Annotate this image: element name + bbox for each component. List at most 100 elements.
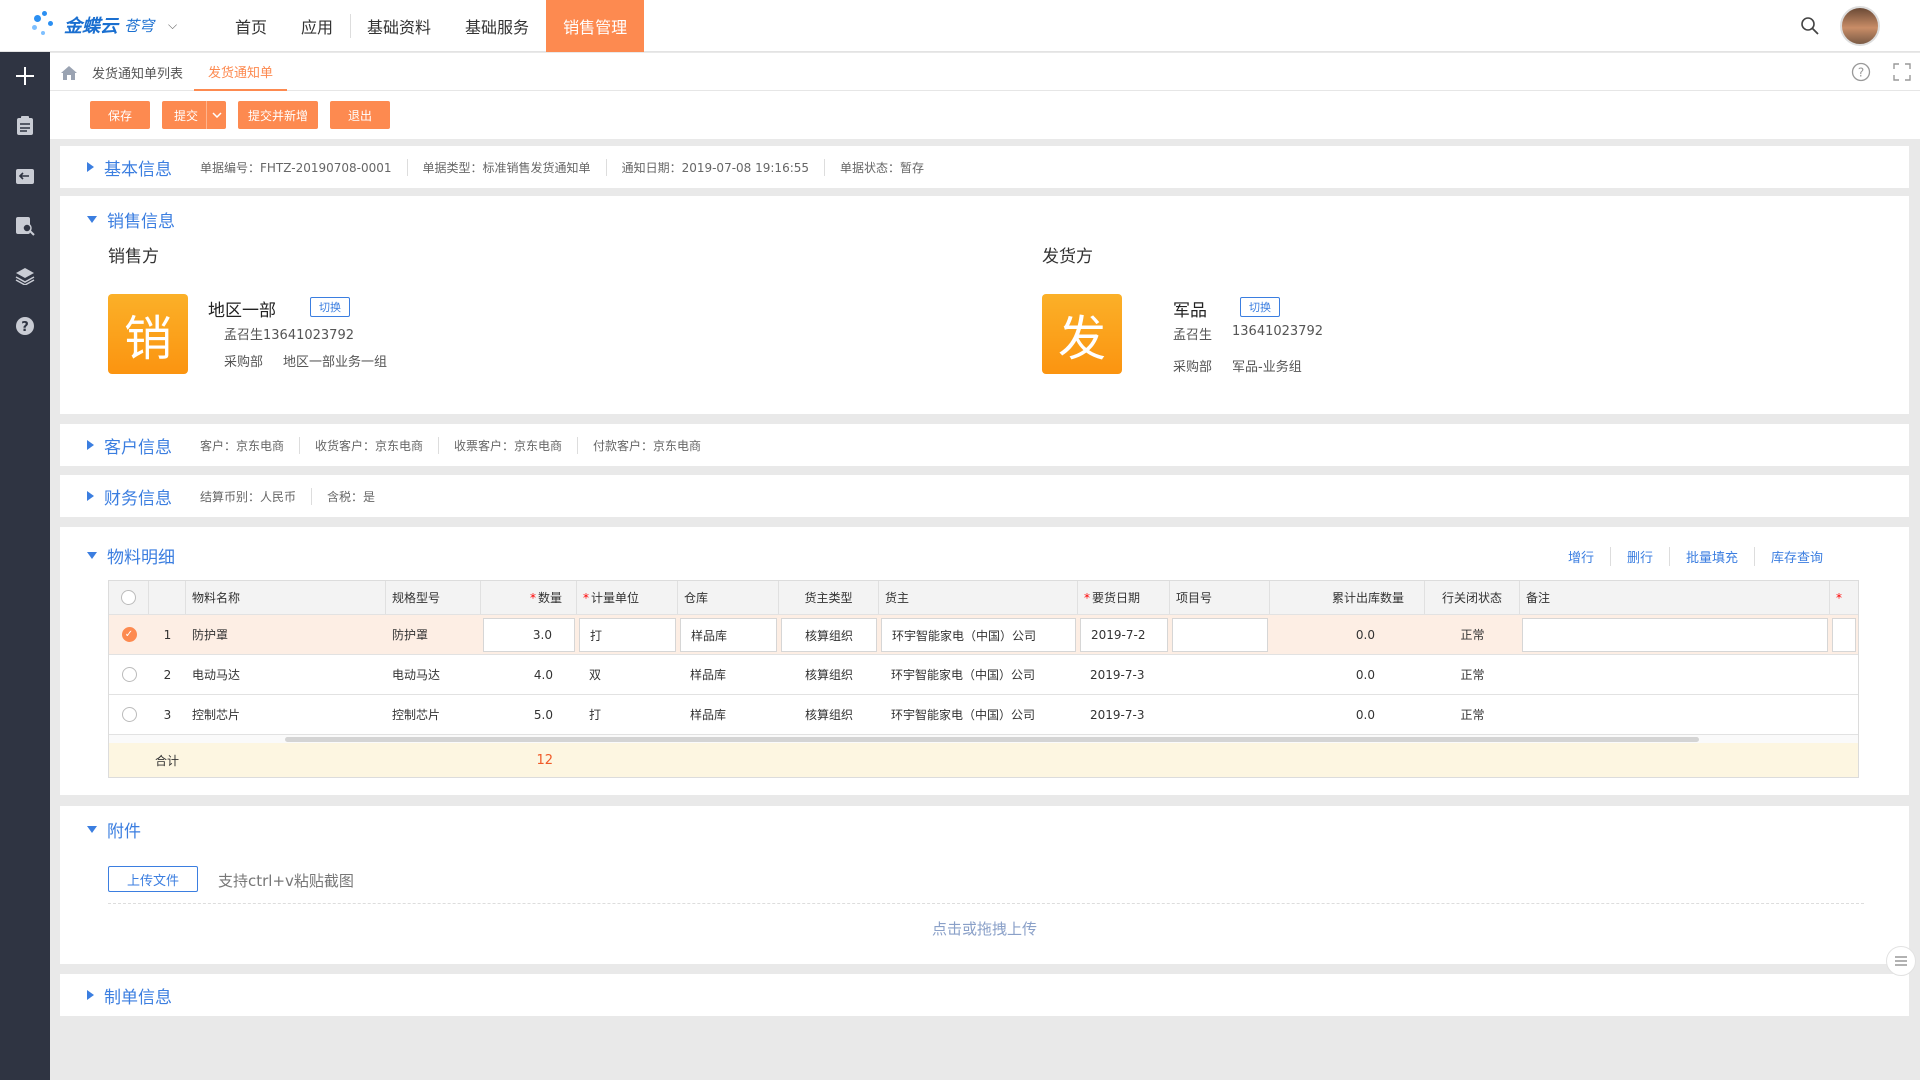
material-header[interactable]: 物料明细 — [60, 527, 175, 583]
col-owner[interactable]: 货主 — [879, 581, 1078, 614]
col-unit[interactable]: * 计量单位 — [577, 581, 678, 614]
expand-arrow-icon[interactable] — [87, 440, 94, 450]
project-input[interactable] — [1172, 618, 1268, 652]
stock-query-button[interactable]: 库存查询 — [1753, 547, 1839, 566]
row-checkbox[interactable] — [109, 655, 149, 694]
finance-info-header[interactable]: 财务信息 结算币别：人民币 含税：是 — [60, 475, 390, 517]
upload-file-button[interactable]: 上传文件 — [108, 866, 198, 892]
expand-arrow-icon[interactable] — [87, 491, 94, 501]
tab-delivery-notice[interactable]: 发货通知单 — [194, 53, 288, 91]
nav-apps[interactable]: 应用 — [284, 0, 350, 52]
basic-info-header[interactable]: 基本信息 单据编号：FHTZ-20190708-0001 单据类型：标准销售发货… — [60, 146, 939, 188]
nav-basic-service[interactable]: 基础服务 — [448, 0, 546, 52]
fullscreen-icon[interactable] — [1893, 63, 1911, 81]
remark-input[interactable] — [1522, 618, 1828, 652]
col-out-qty[interactable]: 累计出库数量 — [1270, 581, 1425, 614]
chevron-down-icon[interactable]: ⌵ — [168, 18, 177, 33]
owner-type-select[interactable]: 核算组织 — [781, 618, 877, 652]
row-checkbox[interactable]: ✓ — [109, 615, 149, 654]
col-request-date[interactable]: * 要货日期 — [1078, 581, 1170, 614]
select-all-checkbox[interactable] — [109, 581, 149, 614]
cell-project[interactable] — [1170, 655, 1270, 694]
shipper-switch-button[interactable]: 切换 — [1240, 297, 1280, 317]
cell-material-name[interactable]: 控制芯片 — [186, 695, 386, 734]
cell-request-date[interactable]: 2019-7-3 — [1078, 655, 1170, 694]
cell-qty[interactable]: 4.0 — [481, 655, 577, 694]
search-icon[interactable] — [1800, 16, 1820, 36]
cell-qty[interactable]: 5.0 — [481, 695, 577, 734]
seller-switch-button[interactable]: 切换 — [310, 297, 350, 317]
chevron-down-icon[interactable] — [206, 101, 226, 129]
request-date-input[interactable]: 2019-7-2 — [1080, 618, 1168, 652]
exit-button[interactable]: 退出 — [330, 101, 390, 129]
nav-sales-mgmt[interactable]: 销售管理 — [546, 0, 645, 52]
col-material-name[interactable]: 物料名称 — [186, 581, 386, 614]
add-icon[interactable] — [13, 64, 37, 88]
cell-owner[interactable]: 环宇智能家电（中国）公司 — [879, 655, 1078, 694]
help-circle-icon[interactable]: ? — [1851, 62, 1871, 82]
warehouse-input[interactable]: 样品库 — [680, 618, 777, 652]
col-close-status[interactable]: 行关闭状态 — [1425, 581, 1520, 614]
expand-arrow-icon[interactable] — [87, 162, 94, 172]
inbox-icon[interactable] — [13, 164, 37, 188]
float-menu-button[interactable] — [1886, 946, 1916, 976]
drop-zone[interactable]: 点击或拖拽上传 — [60, 918, 1909, 939]
qty-input[interactable]: 3.0 — [483, 618, 575, 652]
cell-warehouse[interactable]: 样品库 — [678, 655, 779, 694]
h-scroll-track[interactable] — [109, 735, 1858, 743]
cell-material-name[interactable]: 电动马达 — [186, 655, 386, 694]
layers-icon[interactable] — [13, 264, 37, 288]
customer-info-header[interactable]: 客户信息 客户：京东电商 收货客户：京东电商 收票客户：京东电商 付款客户：京东… — [60, 424, 716, 466]
cell-warehouse[interactable]: 样品库 — [678, 695, 779, 734]
row-checkbox[interactable] — [109, 695, 149, 734]
col-spec[interactable]: 规格型号 — [386, 581, 481, 614]
owner-input[interactable]: 环宇智能家电（中国）公司 — [881, 618, 1076, 652]
attachment-header[interactable]: 附件 — [60, 806, 141, 852]
home-icon[interactable] — [60, 65, 78, 81]
nav-basic-data[interactable]: 基础资料 — [350, 0, 448, 52]
avatar[interactable] — [1840, 6, 1880, 46]
paste-tip: 支持ctrl+v粘贴截图 — [218, 872, 354, 890]
batch-fill-button[interactable]: 批量填充 — [1668, 547, 1754, 566]
section-title: 财务信息 — [104, 488, 172, 509]
add-row-button[interactable]: 增行 — [1552, 547, 1610, 566]
table-row[interactable]: ✓ 1 防护罩 防护罩 3.0 打 样品库 核算组织 环宇智能家电（中国）公司 … — [109, 615, 1858, 655]
cell-owner-type[interactable]: 核算组织 — [779, 655, 879, 694]
col-remark[interactable]: 备注 — [1520, 581, 1830, 614]
col-owner-type[interactable]: 货主类型 — [779, 581, 879, 614]
clipboard-icon[interactable] — [13, 114, 37, 138]
cell-owner-type[interactable]: 核算组织 — [779, 695, 879, 734]
collapse-arrow-icon[interactable] — [87, 551, 97, 559]
tab-delivery-list[interactable]: 发货通知单列表 — [92, 53, 183, 91]
col-project[interactable]: 项目号 — [1170, 581, 1270, 614]
h-scrollbar-thumb[interactable] — [285, 737, 1699, 742]
submit-label: 提交 — [174, 108, 199, 123]
extra-input[interactable] — [1832, 618, 1856, 652]
help-icon[interactable]: ? — [13, 314, 37, 338]
submit-button[interactable]: 提交 — [162, 101, 226, 129]
shipper-label: 发货方 — [1042, 247, 1093, 267]
table-row[interactable]: 3 控制芯片 控制芯片 5.0 打 样品库 核算组织 环宇智能家电（中国）公司 … — [109, 695, 1858, 735]
doc-search-icon[interactable] — [13, 214, 37, 238]
delete-row-button[interactable]: 删行 — [1609, 547, 1669, 566]
brand-logo[interactable]: 金蝶云 苍穹 ⌵ — [32, 10, 177, 40]
col-warehouse[interactable]: 仓库 — [678, 581, 779, 614]
nav-home[interactable]: 首页 — [218, 0, 284, 52]
collapse-arrow-icon[interactable] — [87, 215, 97, 223]
expand-arrow-icon[interactable] — [87, 990, 94, 1000]
save-button[interactable]: 保存 — [90, 101, 150, 129]
cell-unit[interactable]: 打 — [577, 695, 678, 734]
table-row[interactable]: 2 电动马达 电动马达 4.0 双 样品库 核算组织 环宇智能家电（中国）公司 … — [109, 655, 1858, 695]
sales-info-header[interactable]: 销售信息 — [60, 196, 175, 242]
cell-project[interactable] — [1170, 695, 1270, 734]
customer-meta: 客户：京东电商 收货客户：京东电商 收票客户：京东电商 付款客户：京东电商 — [200, 436, 716, 454]
unit-input[interactable]: 打 — [579, 618, 676, 652]
maker-info-header[interactable]: 制单信息 — [60, 974, 172, 1016]
cell-unit[interactable]: 双 — [577, 655, 678, 694]
cell-material-name[interactable]: 防护罩 — [186, 615, 386, 654]
collapse-arrow-icon[interactable] — [87, 825, 97, 833]
col-qty[interactable]: * 数量 — [481, 581, 577, 614]
cell-request-date[interactable]: 2019-7-3 — [1078, 695, 1170, 734]
submit-new-button[interactable]: 提交并新增 — [238, 101, 318, 129]
cell-owner[interactable]: 环宇智能家电（中国）公司 — [879, 695, 1078, 734]
